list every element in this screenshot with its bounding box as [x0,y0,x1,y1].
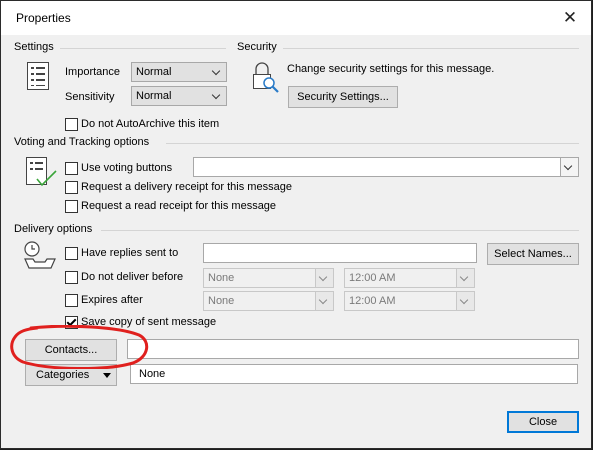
expires-time-value: 12:00 AM [349,295,396,307]
importance-value: Normal [136,66,172,78]
do-not-deliver-label[interactable]: Do not deliver before [81,271,183,283]
expires-date-select[interactable]: None [203,291,334,311]
delivery-receipt-label[interactable]: Request a delivery receipt for this mess… [81,181,292,193]
read-receipt-checkbox[interactable] [65,200,78,213]
do-not-deliver-checkbox[interactable] [65,271,78,284]
contacts-button[interactable]: Contacts... [25,339,117,361]
voting-divider [166,143,579,144]
delivery-divider [101,230,579,231]
settings-divider [60,48,226,49]
security-divider [283,48,579,49]
delivery-heading: Delivery options [14,223,93,235]
expires-checkbox[interactable] [65,294,78,307]
expires-time-select[interactable]: 12:00 AM [344,291,475,311]
categories-button[interactable]: Categories [25,364,117,386]
voting-buttons-select[interactable] [193,157,579,177]
contacts-input[interactable] [127,339,579,359]
close-button[interactable]: Close [507,411,579,433]
tracking-checklist-icon [26,157,57,187]
expires-date-value: None [208,295,235,307]
window-title: Properties [16,11,71,25]
do-not-deliver-date-value: None [208,272,235,284]
replies-checkbox[interactable] [65,247,78,260]
categories-input[interactable]: None [130,364,578,384]
settings-heading: Settings [14,41,54,53]
dropdown-arrow-icon [103,373,111,378]
select-names-button[interactable]: Select Names... [487,243,579,265]
do-not-deliver-date-select[interactable]: None [203,268,334,288]
security-heading: Security [237,41,277,53]
chevron-down-icon [456,292,474,310]
categories-button-label: Categories [36,369,90,381]
properties-dialog: Properties ✕ Settings Importance Normal … [0,0,592,449]
chevron-down-icon [315,292,333,310]
importance-label: Importance [65,66,121,78]
security-settings-button[interactable]: Security Settings... [288,86,398,108]
voting-heading: Voting and Tracking options [14,136,150,148]
security-description: Change security settings for this messag… [287,63,495,75]
title-bar: Properties ✕ [1,1,591,35]
lock-magnifier-icon [253,62,279,93]
autoarchive-checkbox[interactable] [65,118,78,131]
chevron-down-icon [560,158,578,176]
categories-value: None [139,368,166,380]
read-receipt-label[interactable]: Request a read receipt for this message [81,200,276,212]
sensitivity-label: Sensitivity [65,91,115,103]
use-voting-checkbox[interactable] [65,162,78,175]
sensitivity-select[interactable]: Normal [131,86,227,106]
sensitivity-value: Normal [136,90,172,102]
autoarchive-label[interactable]: Do not AutoArchive this item [81,118,219,130]
do-not-deliver-time-select[interactable]: 12:00 AM [344,268,475,288]
chevron-down-icon [456,269,474,287]
close-window-icon[interactable]: ✕ [556,5,584,31]
delivery-receipt-checkbox[interactable] [65,181,78,194]
save-copy-label[interactable]: Save copy of sent message [81,316,216,328]
do-not-deliver-time-value: 12:00 AM [349,272,396,284]
use-voting-label[interactable]: Use voting buttons [81,162,172,174]
expires-label[interactable]: Expires after [81,294,143,306]
replies-label[interactable]: Have replies sent to [81,247,178,259]
importance-select[interactable]: Normal [131,62,227,82]
chevron-down-icon [209,63,226,81]
replies-to-input[interactable] [203,243,477,263]
properties-list-icon [27,62,49,90]
chevron-down-icon [315,269,333,287]
delivery-tray-clock-icon [24,241,56,269]
chevron-down-icon [209,87,226,105]
save-copy-checkbox[interactable] [65,316,78,329]
